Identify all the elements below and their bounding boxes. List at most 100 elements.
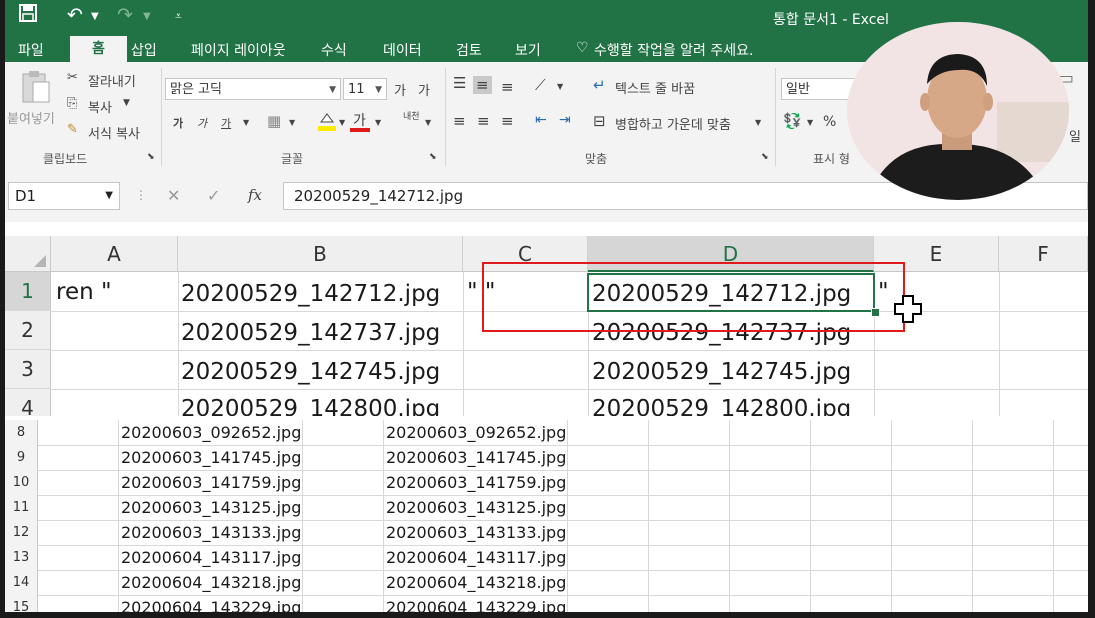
tell-me-box[interactable]: 수행할 작업을 알려 주세요. [594,40,753,60]
shrink-font-button[interactable]: 가 [418,80,430,99]
tab-page-layout[interactable]: 페이지 레이아웃 [191,40,286,60]
font-color-dropdown-icon[interactable]: ▼ [375,118,381,127]
decrease-indent-icon[interactable]: ⇤ [535,112,547,128]
cell-d14[interactable]: 20200604_143218.jpg [386,573,566,592]
cancel-icon[interactable]: ✕ [167,186,180,205]
cell-d10[interactable]: 20200603_141759.jpg [386,473,566,492]
cell-d12[interactable]: 20200603_143133.jpg [386,523,566,542]
redo-icon[interactable]: ↷ [117,4,133,26]
name-box[interactable]: D1 ▼ [8,182,120,210]
wrap-text-button[interactable]: 텍스트 줄 바꿈 [615,78,695,97]
align-bottom-icon[interactable]: ≡ [501,78,514,96]
font-size-combo[interactable]: 11 ▼ [343,78,387,100]
increase-indent-icon[interactable]: ⇥ [559,112,571,128]
cell-d11[interactable]: 20200603_143125.jpg [386,498,566,517]
tab-home[interactable]: 홈 [70,36,127,62]
row-header-10[interactable]: 10 [5,470,38,495]
row-header-15[interactable]: 15 [5,595,38,612]
borders-icon[interactable]: ▦ [267,112,281,130]
undo-dropdown-icon[interactable]: ▼ [91,11,99,22]
merge-dropdown-icon[interactable]: ▼ [755,118,761,127]
cell-b11[interactable]: 20200603_143125.jpg [121,498,301,517]
fill-color-icon[interactable] [317,110,337,136]
cell-b15[interactable]: 20200604_143229.jpg [121,598,301,612]
grow-font-button[interactable]: 가 [394,80,406,99]
cell-d8[interactable]: 20200603_092652.jpg [386,423,566,442]
percent-button[interactable]: % [823,114,836,130]
cell-d9[interactable]: 20200603_141745.jpg [386,448,566,467]
name-box-dropdown-icon[interactable]: ▼ [105,183,113,209]
font-color-icon[interactable]: 가 [353,110,366,130]
tab-view[interactable]: 보기 [515,40,541,60]
cell-d13[interactable]: 20200604_143117.jpg [386,548,566,567]
cell-b3[interactable]: 20200529_142745.jpg [181,359,440,385]
align-middle-icon[interactable]: ≡ [473,76,492,94]
row-header-4[interactable]: 4 [5,389,51,416]
borders-dropdown-icon[interactable]: ▼ [289,118,295,127]
alignment-launcher-icon[interactable]: ⬊ [761,152,769,162]
cut-button[interactable]: 잘라내기 [88,71,136,90]
orientation-dropdown-icon[interactable]: ▼ [557,82,563,91]
cell-d3[interactable]: 20200529_142745.jpg [592,359,851,385]
copy-dropdown-icon[interactable]: ▼ [123,98,130,108]
row-header-13[interactable]: 13 [5,545,38,570]
cell-b13[interactable]: 20200604_143117.jpg [121,548,301,567]
customize-toolbar-icon[interactable]: ⩡ [175,9,182,24]
cell-b2[interactable]: 20200529_142737.jpg [181,320,440,346]
align-top-icon[interactable]: ☰ [453,74,466,92]
font-launcher-icon[interactable]: ⬊ [429,152,437,162]
cell-b4[interactable]: 20200529_142800.jpg [181,396,440,416]
row-header-3[interactable]: 3 [5,350,51,389]
underline-button[interactable]: 가 [221,115,231,131]
tab-insert[interactable]: 삽입 [131,40,157,60]
cell-b12[interactable]: 20200603_143133.jpg [121,523,301,542]
format-painter-button[interactable]: 서식 복사 [88,123,140,142]
undo-icon[interactable]: ↶ [67,4,83,26]
orientation-icon[interactable]: ⟋ [535,76,546,94]
align-right-icon[interactable]: ≡ [501,112,514,130]
currency-dropdown-icon[interactable]: ▼ [807,118,813,127]
cell-b10[interactable]: 20200603_141759.jpg [121,473,301,492]
font-name-combo[interactable]: 맑은 고딕 ▼ [165,78,341,100]
paste-button[interactable]: 붙여넣기 [7,108,55,127]
tab-formulas[interactable]: 수식 [321,40,347,60]
currency-icon[interactable]: 💱 [783,112,802,130]
cell-b8[interactable]: 20200603_092652.jpg [121,423,301,442]
cell-d4[interactable]: 20200529_142800.jpg [592,396,851,416]
redo-dropdown-icon[interactable]: ▼ [143,11,151,22]
cell-d15[interactable]: 20200604_143229.jpg [386,598,566,612]
align-center-icon[interactable]: ≡ [477,112,490,130]
paste-icon[interactable] [19,70,51,108]
row-header-14[interactable]: 14 [5,570,38,595]
enter-icon[interactable]: ✓ [207,186,220,205]
merge-center-button[interactable]: 병합하고 가운데 맞춤 [615,114,731,133]
cell-b1[interactable]: 20200529_142712.jpg [181,281,440,307]
column-header-f[interactable]: F [999,236,1088,272]
insert-function-icon[interactable]: fx [248,186,262,204]
phonetic-dropdown-icon[interactable]: ▼ [425,118,431,127]
copy-button[interactable]: 복사 [88,97,112,116]
underline-dropdown-icon[interactable]: ▼ [243,118,249,127]
cell-b9[interactable]: 20200603_141745.jpg [121,448,301,467]
row-header-12[interactable]: 12 [5,520,38,545]
font-name-dropdown-icon[interactable]: ▼ [329,79,336,101]
align-left-icon[interactable]: ≡ [453,112,466,130]
cell-a1[interactable]: ren " [56,279,112,305]
fill-color-dropdown-icon[interactable]: ▼ [339,118,345,127]
phonetic-button[interactable]: 내천 [403,112,425,122]
cell-b14[interactable]: 20200604_143218.jpg [121,573,301,592]
row-header-11[interactable]: 11 [5,495,38,520]
tab-data[interactable]: 데이터 [383,40,422,60]
column-header-b[interactable]: B [178,236,463,272]
italic-button[interactable]: 가 [197,115,207,131]
column-header-a[interactable]: A [51,236,178,272]
save-icon[interactable] [19,4,37,27]
row-header-9[interactable]: 9 [5,445,38,470]
tab-file[interactable]: 파일 [18,40,44,60]
font-size-dropdown-icon[interactable]: ▼ [375,79,382,101]
bold-button[interactable]: 가 [173,115,183,131]
clipboard-launcher-icon[interactable]: ⬊ [147,152,155,162]
row-header-1[interactable]: 1 [5,272,51,311]
row-header-2[interactable]: 2 [5,311,51,350]
select-all-corner[interactable] [5,236,51,272]
